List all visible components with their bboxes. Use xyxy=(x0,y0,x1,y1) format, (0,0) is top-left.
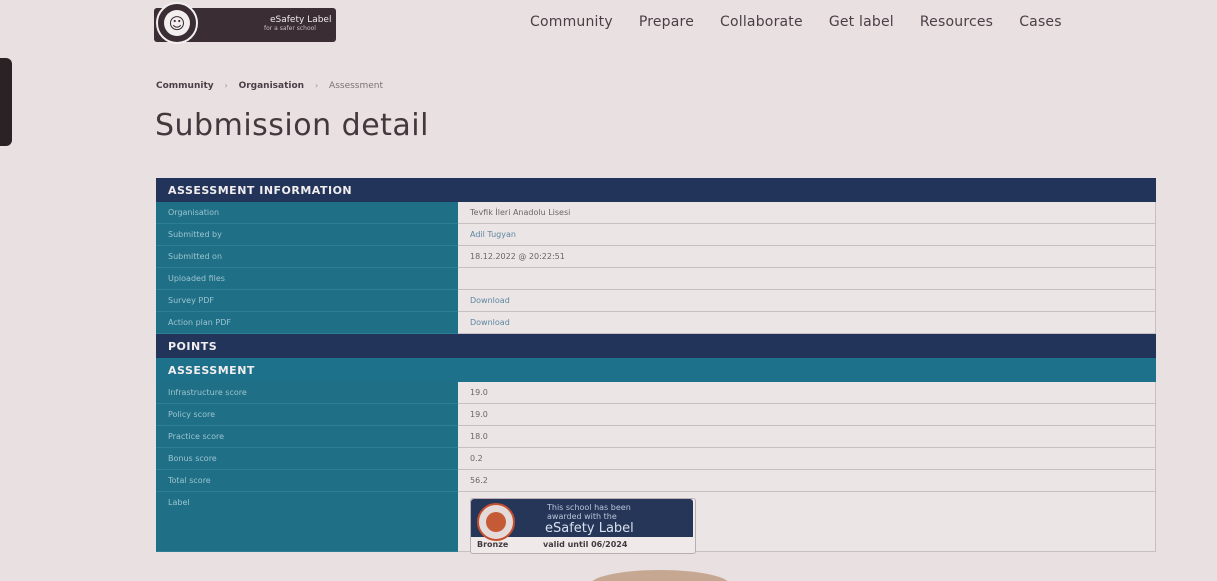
row-label: Submitted by xyxy=(156,224,458,246)
breadcrumb-separator: › xyxy=(224,81,228,90)
assessment-information-header: ASSESSMENT INFORMATION xyxy=(156,178,1156,202)
row-label: Infrastructure score xyxy=(156,382,458,404)
survey-pdf-download-link[interactable]: Download xyxy=(458,290,1156,312)
table-row: Bonus score 0.2 xyxy=(156,448,1156,470)
practice-score-value: 18.0 xyxy=(458,426,1156,448)
table-row: Submitted by Adil Tugyan xyxy=(156,224,1156,246)
nav-cases[interactable]: Cases xyxy=(1019,14,1062,30)
row-label: Bonus score xyxy=(156,448,458,470)
infrastructure-score-value: 19.0 xyxy=(458,382,1156,404)
logo-face-icon: ☺ xyxy=(156,2,198,44)
esafety-label-badge[interactable]: This school has been awarded with the eS… xyxy=(470,498,696,554)
nav-get-label[interactable]: Get label xyxy=(829,14,894,30)
row-label: Uploaded files xyxy=(156,268,458,290)
foreground-object xyxy=(590,570,730,581)
submitted-on-value: 18.12.2022 @ 20:22:51 xyxy=(458,246,1156,268)
badge-banner: This school has been awarded with the eS… xyxy=(471,499,693,541)
badge-title: eSafety Label xyxy=(545,521,634,536)
logo-title: eSafety Label xyxy=(270,15,332,25)
logo-text: eSafety Label for a safer school xyxy=(264,15,332,33)
points-header: POINTS xyxy=(156,334,1156,358)
nav-collaborate[interactable]: Collaborate xyxy=(720,14,803,30)
row-label: Submitted on xyxy=(156,246,458,268)
table-row: Practice score 18.0 xyxy=(156,426,1156,448)
breadcrumb-assessment: Assessment xyxy=(329,81,384,91)
badge-mascot-icon xyxy=(477,503,515,541)
logo-subtitle: for a safer school xyxy=(264,25,316,32)
table-row: Label This school has been awarded with … xyxy=(156,492,1156,554)
breadcrumb-organisation[interactable]: Organisation xyxy=(239,81,305,91)
page-title: Submission detail xyxy=(155,108,429,143)
row-label: Organisation xyxy=(156,202,458,224)
policy-score-value: 19.0 xyxy=(458,404,1156,426)
total-score-value: 56.2 xyxy=(458,470,1156,492)
row-label: Action plan PDF xyxy=(156,312,458,334)
row-label: Practice score xyxy=(156,426,458,448)
row-label: Survey PDF xyxy=(156,290,458,312)
row-label: Policy score xyxy=(156,404,458,426)
table-row: Policy score 19.0 xyxy=(156,404,1156,426)
row-label: Total score xyxy=(156,470,458,492)
device-edge xyxy=(0,58,12,146)
main-nav: Community Prepare Collaborate Get label … xyxy=(530,14,1088,30)
assessment-subheader: ASSESSMENT xyxy=(156,358,1156,382)
breadcrumb: Community › Organisation › Assessment xyxy=(156,81,383,91)
table-row: Survey PDF Download xyxy=(156,290,1156,312)
badge-validity: valid until 06/2024 xyxy=(543,540,628,549)
action-plan-pdf-download-link[interactable]: Download xyxy=(458,312,1156,334)
esafety-logo[interactable]: ☺ eSafety Label for a safer school xyxy=(154,2,336,44)
badge-line1: This school has been xyxy=(547,503,631,512)
table-row: Submitted on 18.12.2022 @ 20:22:51 xyxy=(156,246,1156,268)
nav-prepare[interactable]: Prepare xyxy=(639,14,694,30)
organisation-value: Tevfik İleri Anadolu Lisesi xyxy=(458,202,1156,224)
badge-level: Bronze xyxy=(477,540,509,549)
nav-resources[interactable]: Resources xyxy=(920,14,993,30)
nav-community[interactable]: Community xyxy=(530,14,613,30)
badge-line2: awarded with the xyxy=(547,512,617,521)
breadcrumb-community[interactable]: Community xyxy=(156,81,214,91)
row-label: Label xyxy=(156,492,458,552)
table-row: Total score 56.2 xyxy=(156,470,1156,492)
submission-table: ASSESSMENT INFORMATION Organisation Tevf… xyxy=(156,178,1156,554)
table-row: Action plan PDF Download xyxy=(156,312,1156,334)
table-row: Organisation Tevfik İleri Anadolu Lisesi xyxy=(156,202,1156,224)
submitted-by-link[interactable]: Adil Tugyan xyxy=(458,224,1156,246)
table-row: Infrastructure score 19.0 xyxy=(156,382,1156,404)
breadcrumb-separator: › xyxy=(314,81,319,90)
table-row: Uploaded files xyxy=(156,268,1156,290)
screen: ☺ eSafety Label for a safer school Commu… xyxy=(0,0,1217,581)
label-value: This school has been awarded with the eS… xyxy=(458,492,1156,554)
bonus-score-value: 0.2 xyxy=(458,448,1156,470)
uploaded-files-value xyxy=(458,268,1156,290)
